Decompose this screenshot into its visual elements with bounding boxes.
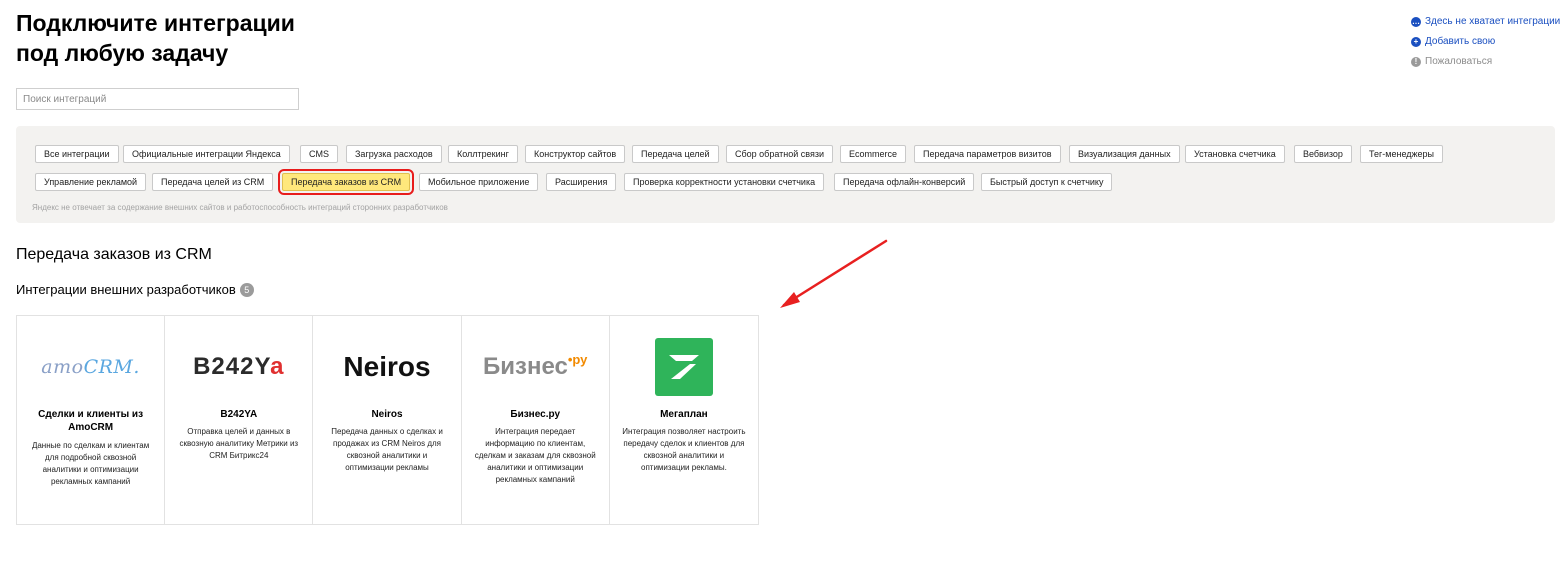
complain-link[interactable]: ! Пожаловаться: [1411, 55, 1560, 68]
filter-chip-counter-install[interactable]: Установка счетчика: [1185, 145, 1285, 163]
card-title: Neiros: [371, 409, 403, 420]
filter-chip-visit-params[interactable]: Передача параметров визитов: [914, 145, 1061, 163]
filter-chip-webvisor[interactable]: Вебвизор: [1294, 145, 1352, 163]
card-title: Мегаплан: [660, 409, 708, 420]
card-description: Отправка целей и данных в сквозную анали…: [179, 427, 299, 460]
filter-chip-expense-upload[interactable]: Загрузка расходов: [346, 145, 442, 163]
complain-label: Пожаловаться: [1425, 56, 1493, 67]
missing-integration-link[interactable]: … Здесь не хватает интеграции: [1411, 15, 1560, 28]
integration-card-b242ya[interactable]: B242Ya B242YA Отправка целей и данных в …: [165, 316, 314, 524]
filter-chip-calltracking[interactable]: Коллтрекинг: [448, 145, 518, 163]
b242ya-logo: B242Ya: [193, 353, 285, 380]
filter-chip-yandex-official[interactable]: Официальные интеграции Яндекса: [123, 145, 290, 163]
side-links: … Здесь не хватает интеграции + Добавить…: [1411, 15, 1560, 75]
card-description: Передача данных о сделках и продажах из …: [331, 427, 443, 472]
integration-card-megaplan[interactable]: Мегаплан Интеграция позволяет настроить …: [610, 316, 758, 524]
add-own-link[interactable]: + Добавить свою: [1411, 35, 1560, 48]
filter-chip-site-builder[interactable]: Конструктор сайтов: [525, 145, 626, 163]
card-title: B242YA: [220, 409, 258, 420]
missing-integration-label: Здесь не хватает интеграции: [1425, 16, 1560, 27]
integration-card-neiros[interactable]: Neiros Neiros Передача данных о сделках …: [313, 316, 462, 524]
card-title: Сделки и клиенты из AmoCRM: [38, 409, 144, 433]
filter-chip-cms[interactable]: CMS: [300, 145, 338, 163]
filter-chip-tag-managers[interactable]: Тег-менеджеры: [1360, 145, 1443, 163]
megaplan-logo-icon: [654, 338, 713, 396]
card-description: Данные по сделкам и клиентам для подробн…: [31, 441, 150, 486]
chat-icon: …: [1411, 16, 1421, 27]
filter-chip-goals[interactable]: Передача целей: [632, 145, 719, 163]
filter-chip-data-viz[interactable]: Визуализация данных: [1069, 145, 1180, 163]
filter-chip-ad-management[interactable]: Управление рекламой: [35, 173, 147, 191]
plus-icon: +: [1411, 36, 1421, 47]
filter-chip-offline-conversions[interactable]: Передача офлайн-конверсий: [834, 173, 975, 191]
card-title: Бизнес.ру: [510, 409, 561, 420]
biznes-ru-logo: Бизнес•ру: [483, 352, 588, 380]
filter-chip-counter-check[interactable]: Проверка корректности установки счетчика: [624, 173, 825, 191]
integration-card-biznes-ru[interactable]: Бизнес•ру Бизнес.ру Интеграция передает …: [462, 316, 610, 524]
search-input[interactable]: [16, 88, 299, 110]
warning-icon: !: [1411, 56, 1421, 67]
filter-chip-crm-orders[interactable]: Передача заказов из CRM: [277, 169, 415, 195]
add-own-label: Добавить свою: [1425, 36, 1496, 47]
red-arrow-annotation: [780, 239, 888, 308]
page-title: Подключите интеграции под любую задачу: [16, 8, 376, 68]
section-subtitle: Интеграции внешних разработчиков 5: [16, 282, 254, 297]
filter-chip-extensions[interactable]: Расширения: [546, 173, 617, 191]
card-description: Интеграция передает информацию по клиент…: [474, 427, 596, 484]
disclaimer-text: Яндекс не отвечает за содержание внешних…: [32, 203, 448, 212]
page-title-line1: Подключите интеграции: [16, 10, 295, 36]
filter-chip-crm-goals[interactable]: Передача целей из CRM: [152, 173, 274, 191]
section-title: Передача заказов из CRM: [16, 246, 212, 263]
page-title-line2: под любую задачу: [16, 40, 229, 66]
integration-cards: amoCRM. Сделки и клиенты из AmoCRM Данны…: [16, 315, 759, 525]
filter-chip-ecommerce[interactable]: Ecommerce: [840, 145, 907, 163]
filter-panel: Все интеграции Официальные интеграции Ян…: [16, 126, 1555, 223]
filter-chip-mobile-app[interactable]: Мобильное приложение: [419, 173, 539, 191]
filter-chip-feedback[interactable]: Сбор обратной связи: [726, 145, 833, 163]
card-description: Интеграция позволяет настроить передачу …: [622, 427, 746, 472]
count-badge: 5: [239, 282, 254, 297]
filter-chip-quick-access[interactable]: Быстрый доступ к счетчику: [981, 173, 1113, 191]
filter-chip-all[interactable]: Все интеграции: [35, 145, 119, 163]
neiros-logo: Neiros: [343, 351, 431, 382]
amocrm-logo: amoCRM.: [41, 356, 140, 378]
section-subtitle-label: Интеграции внешних разработчиков: [16, 282, 236, 297]
integration-card-amocrm[interactable]: amoCRM. Сделки и клиенты из AmoCRM Данны…: [17, 316, 166, 524]
